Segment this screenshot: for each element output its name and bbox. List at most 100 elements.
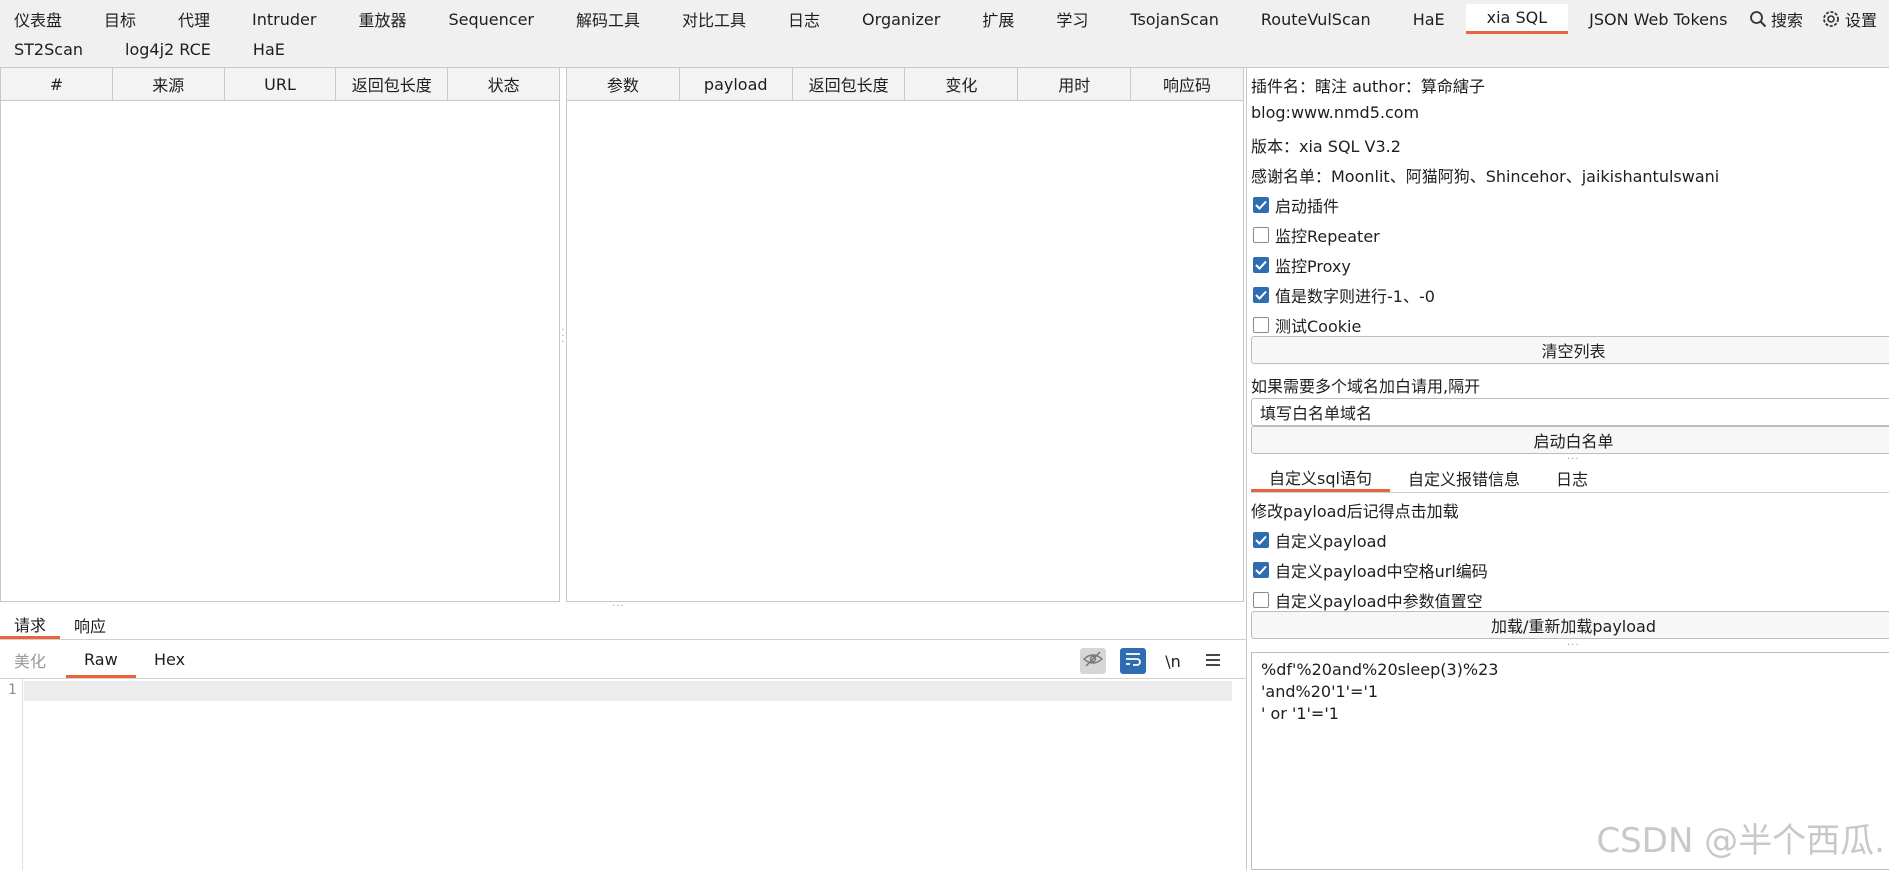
option-label: 自定义payload bbox=[1275, 532, 1387, 551]
tab-routevulscan[interactable]: RouteVulScan bbox=[1240, 4, 1392, 34]
payload-config-tabs: 自定义sql语句 自定义报错信息 日志 bbox=[1251, 464, 1889, 493]
tab-extensions[interactable]: 扩展 bbox=[961, 4, 1035, 34]
search-label: 搜索 bbox=[1770, 11, 1803, 30]
tab-hex[interactable]: Hex bbox=[136, 644, 203, 675]
scan-results-header: # 来源 URL 返回包长度 状态 bbox=[1, 68, 559, 101]
tab-dashboard[interactable]: 仪表盘 bbox=[0, 4, 83, 34]
column-header-index[interactable]: # bbox=[1, 68, 113, 100]
whitelist-domain-input[interactable] bbox=[1251, 398, 1889, 426]
line-gutter: 1 bbox=[0, 679, 23, 870]
hide-nonprintable-button[interactable] bbox=[1080, 648, 1106, 674]
tab-log4j2-rce[interactable]: log4j2 RCE bbox=[104, 34, 232, 64]
checkbox-checked-icon bbox=[1253, 562, 1269, 578]
column-header-url[interactable]: URL bbox=[225, 68, 337, 100]
checkbox-unchecked-icon bbox=[1253, 592, 1269, 608]
plugin-thanks-label: 感谢名单：Moonlit、阿猫阿狗、Shincehor、jaikishantul… bbox=[1251, 167, 1720, 186]
plugin-version-label: 版本：xia SQL V3.2 bbox=[1251, 137, 1401, 156]
option-payload-empty-param[interactable]: 自定义payload中参数值置空 bbox=[1253, 588, 1483, 612]
split-handle-vertical[interactable]: · · · bbox=[561, 326, 565, 348]
option-numeric-minus[interactable]: 值是数字则进行-1、-0 bbox=[1253, 283, 1435, 307]
newline-toggle-button[interactable]: \n bbox=[1160, 648, 1186, 674]
newline-label: \n bbox=[1165, 651, 1181, 671]
whitelist-hint: 如果需要多个域名加白请用,隔开 bbox=[1251, 377, 1481, 396]
tab-intruder[interactable]: Intruder bbox=[231, 4, 337, 34]
tab-target[interactable]: 目标 bbox=[83, 4, 157, 34]
tab-learn[interactable]: 学习 bbox=[1035, 4, 1109, 34]
option-custom-payload[interactable]: 自定义payload bbox=[1253, 528, 1387, 552]
scan-results-table[interactable]: # 来源 URL 返回包长度 状态 bbox=[0, 68, 560, 602]
payload-results-header: 参数 payload 返回包长度 变化 用时 响应码 bbox=[567, 68, 1243, 101]
gear-icon bbox=[1821, 9, 1841, 29]
split-handle-right-2[interactable]: ··· bbox=[1567, 640, 1580, 651]
tab-hae[interactable]: HaE bbox=[1392, 4, 1466, 34]
search-button[interactable]: 搜索 bbox=[1749, 7, 1803, 31]
option-label: 启动插件 bbox=[1275, 197, 1340, 216]
load-payload-button[interactable]: 加载/重新加载payload bbox=[1251, 611, 1889, 639]
search-icon bbox=[1749, 10, 1767, 28]
wrap-icon bbox=[1124, 651, 1142, 671]
message-editor[interactable]: 1 bbox=[0, 679, 1246, 870]
option-test-cookie[interactable]: 测试Cookie bbox=[1253, 313, 1361, 337]
option-monitor-proxy[interactable]: 监控Proxy bbox=[1253, 253, 1351, 277]
main-tab-row-1: 仪表盘 目标 代理 Intruder 重放器 Sequencer 解码工具 对比… bbox=[0, 4, 1889, 34]
menu-icon bbox=[1205, 652, 1221, 671]
tab-proxy[interactable]: 代理 bbox=[157, 4, 231, 34]
enable-whitelist-button[interactable]: 启动白名单 bbox=[1251, 426, 1889, 454]
tab-request[interactable]: 请求 bbox=[0, 611, 61, 639]
checkbox-checked-icon bbox=[1253, 197, 1269, 213]
option-label: 自定义payload中空格url编码 bbox=[1275, 562, 1488, 581]
watermark: CSDN @半个西瓜. bbox=[1596, 821, 1885, 861]
settings-label: 设置 bbox=[1844, 11, 1877, 30]
option-payload-space-urlencode[interactable]: 自定义payload中空格url编码 bbox=[1253, 558, 1488, 582]
payload-line: 'and%20'1'='1 bbox=[1261, 682, 1379, 701]
column-header-response-length[interactable]: 返回包长度 bbox=[336, 68, 449, 100]
tab-xia-sql[interactable]: xia SQL bbox=[1465, 4, 1569, 34]
tab-pretty[interactable]: 美化 bbox=[0, 644, 64, 675]
tab-json-web-tokens[interactable]: JSON Web Tokens bbox=[1568, 4, 1748, 34]
plugin-blog-label: blog:www.nmd5.com bbox=[1251, 103, 1420, 122]
option-monitor-repeater[interactable]: 监控Repeater bbox=[1253, 223, 1380, 247]
word-wrap-button[interactable] bbox=[1120, 648, 1146, 674]
option-label: 监控Proxy bbox=[1275, 257, 1351, 276]
editor-view-tabs: 美化 Raw Hex \n bbox=[0, 644, 1246, 679]
tab-sequencer[interactable]: Sequencer bbox=[428, 4, 556, 34]
option-label: 值是数字则进行-1、-0 bbox=[1275, 287, 1435, 306]
tab-organizer[interactable]: Organizer bbox=[841, 4, 961, 34]
option-enable-plugin[interactable]: 启动插件 bbox=[1253, 193, 1339, 217]
column-header-change[interactable]: 变化 bbox=[905, 68, 1019, 100]
column-header-payload[interactable]: payload bbox=[680, 68, 793, 100]
tab-comparer[interactable]: 对比工具 bbox=[661, 4, 767, 34]
checkbox-checked-icon bbox=[1253, 257, 1269, 273]
payload-line: %df'%20and%20sleep(3)%23 bbox=[1261, 660, 1499, 679]
checkbox-unchecked-icon bbox=[1253, 227, 1269, 243]
tab-decoder[interactable]: 解码工具 bbox=[555, 4, 661, 34]
tab-logger[interactable]: 日志 bbox=[767, 4, 841, 34]
current-line-highlight bbox=[24, 681, 1232, 701]
tab-response[interactable]: 响应 bbox=[60, 611, 120, 639]
checkbox-unchecked-icon bbox=[1253, 317, 1269, 333]
main-tab-bar: 仪表盘 目标 代理 Intruder 重放器 Sequencer 解码工具 对比… bbox=[0, 0, 1889, 68]
tab-tsojanscan[interactable]: TsojanScan bbox=[1109, 4, 1240, 34]
clear-list-button[interactable]: 清空列表 bbox=[1251, 336, 1889, 364]
tab-hae-2[interactable]: HaE bbox=[232, 34, 306, 64]
tab-custom-error[interactable]: 自定义报错信息 bbox=[1390, 464, 1538, 492]
editor-toolbar: \n bbox=[1080, 647, 1226, 675]
tab-st2scan[interactable]: ST2Scan bbox=[0, 34, 104, 64]
editor-menu-button[interactable] bbox=[1200, 648, 1226, 674]
column-header-source[interactable]: 来源 bbox=[113, 68, 225, 100]
option-label: 测试Cookie bbox=[1275, 317, 1362, 336]
tab-custom-sql[interactable]: 自定义sql语句 bbox=[1251, 464, 1390, 492]
eye-off-icon bbox=[1082, 651, 1104, 671]
tab-raw[interactable]: Raw bbox=[66, 644, 136, 678]
column-header-param[interactable]: 参数 bbox=[567, 68, 680, 100]
tab-log[interactable]: 日志 bbox=[1538, 464, 1606, 492]
column-header-time[interactable]: 用时 bbox=[1018, 68, 1132, 100]
tab-repeater[interactable]: 重放器 bbox=[337, 4, 427, 34]
settings-button[interactable]: 设置 bbox=[1821, 7, 1877, 31]
payload-results-table[interactable]: 参数 payload 返回包长度 变化 用时 响应码 bbox=[566, 68, 1244, 602]
option-label: 自定义payload中参数值置空 bbox=[1275, 592, 1483, 611]
payload-line: ' or '1'='1 bbox=[1261, 704, 1339, 723]
column-header-response-length-2[interactable]: 返回包长度 bbox=[793, 68, 906, 100]
column-header-status[interactable]: 状态 bbox=[448, 68, 559, 100]
column-header-response-code[interactable]: 响应码 bbox=[1131, 68, 1243, 100]
